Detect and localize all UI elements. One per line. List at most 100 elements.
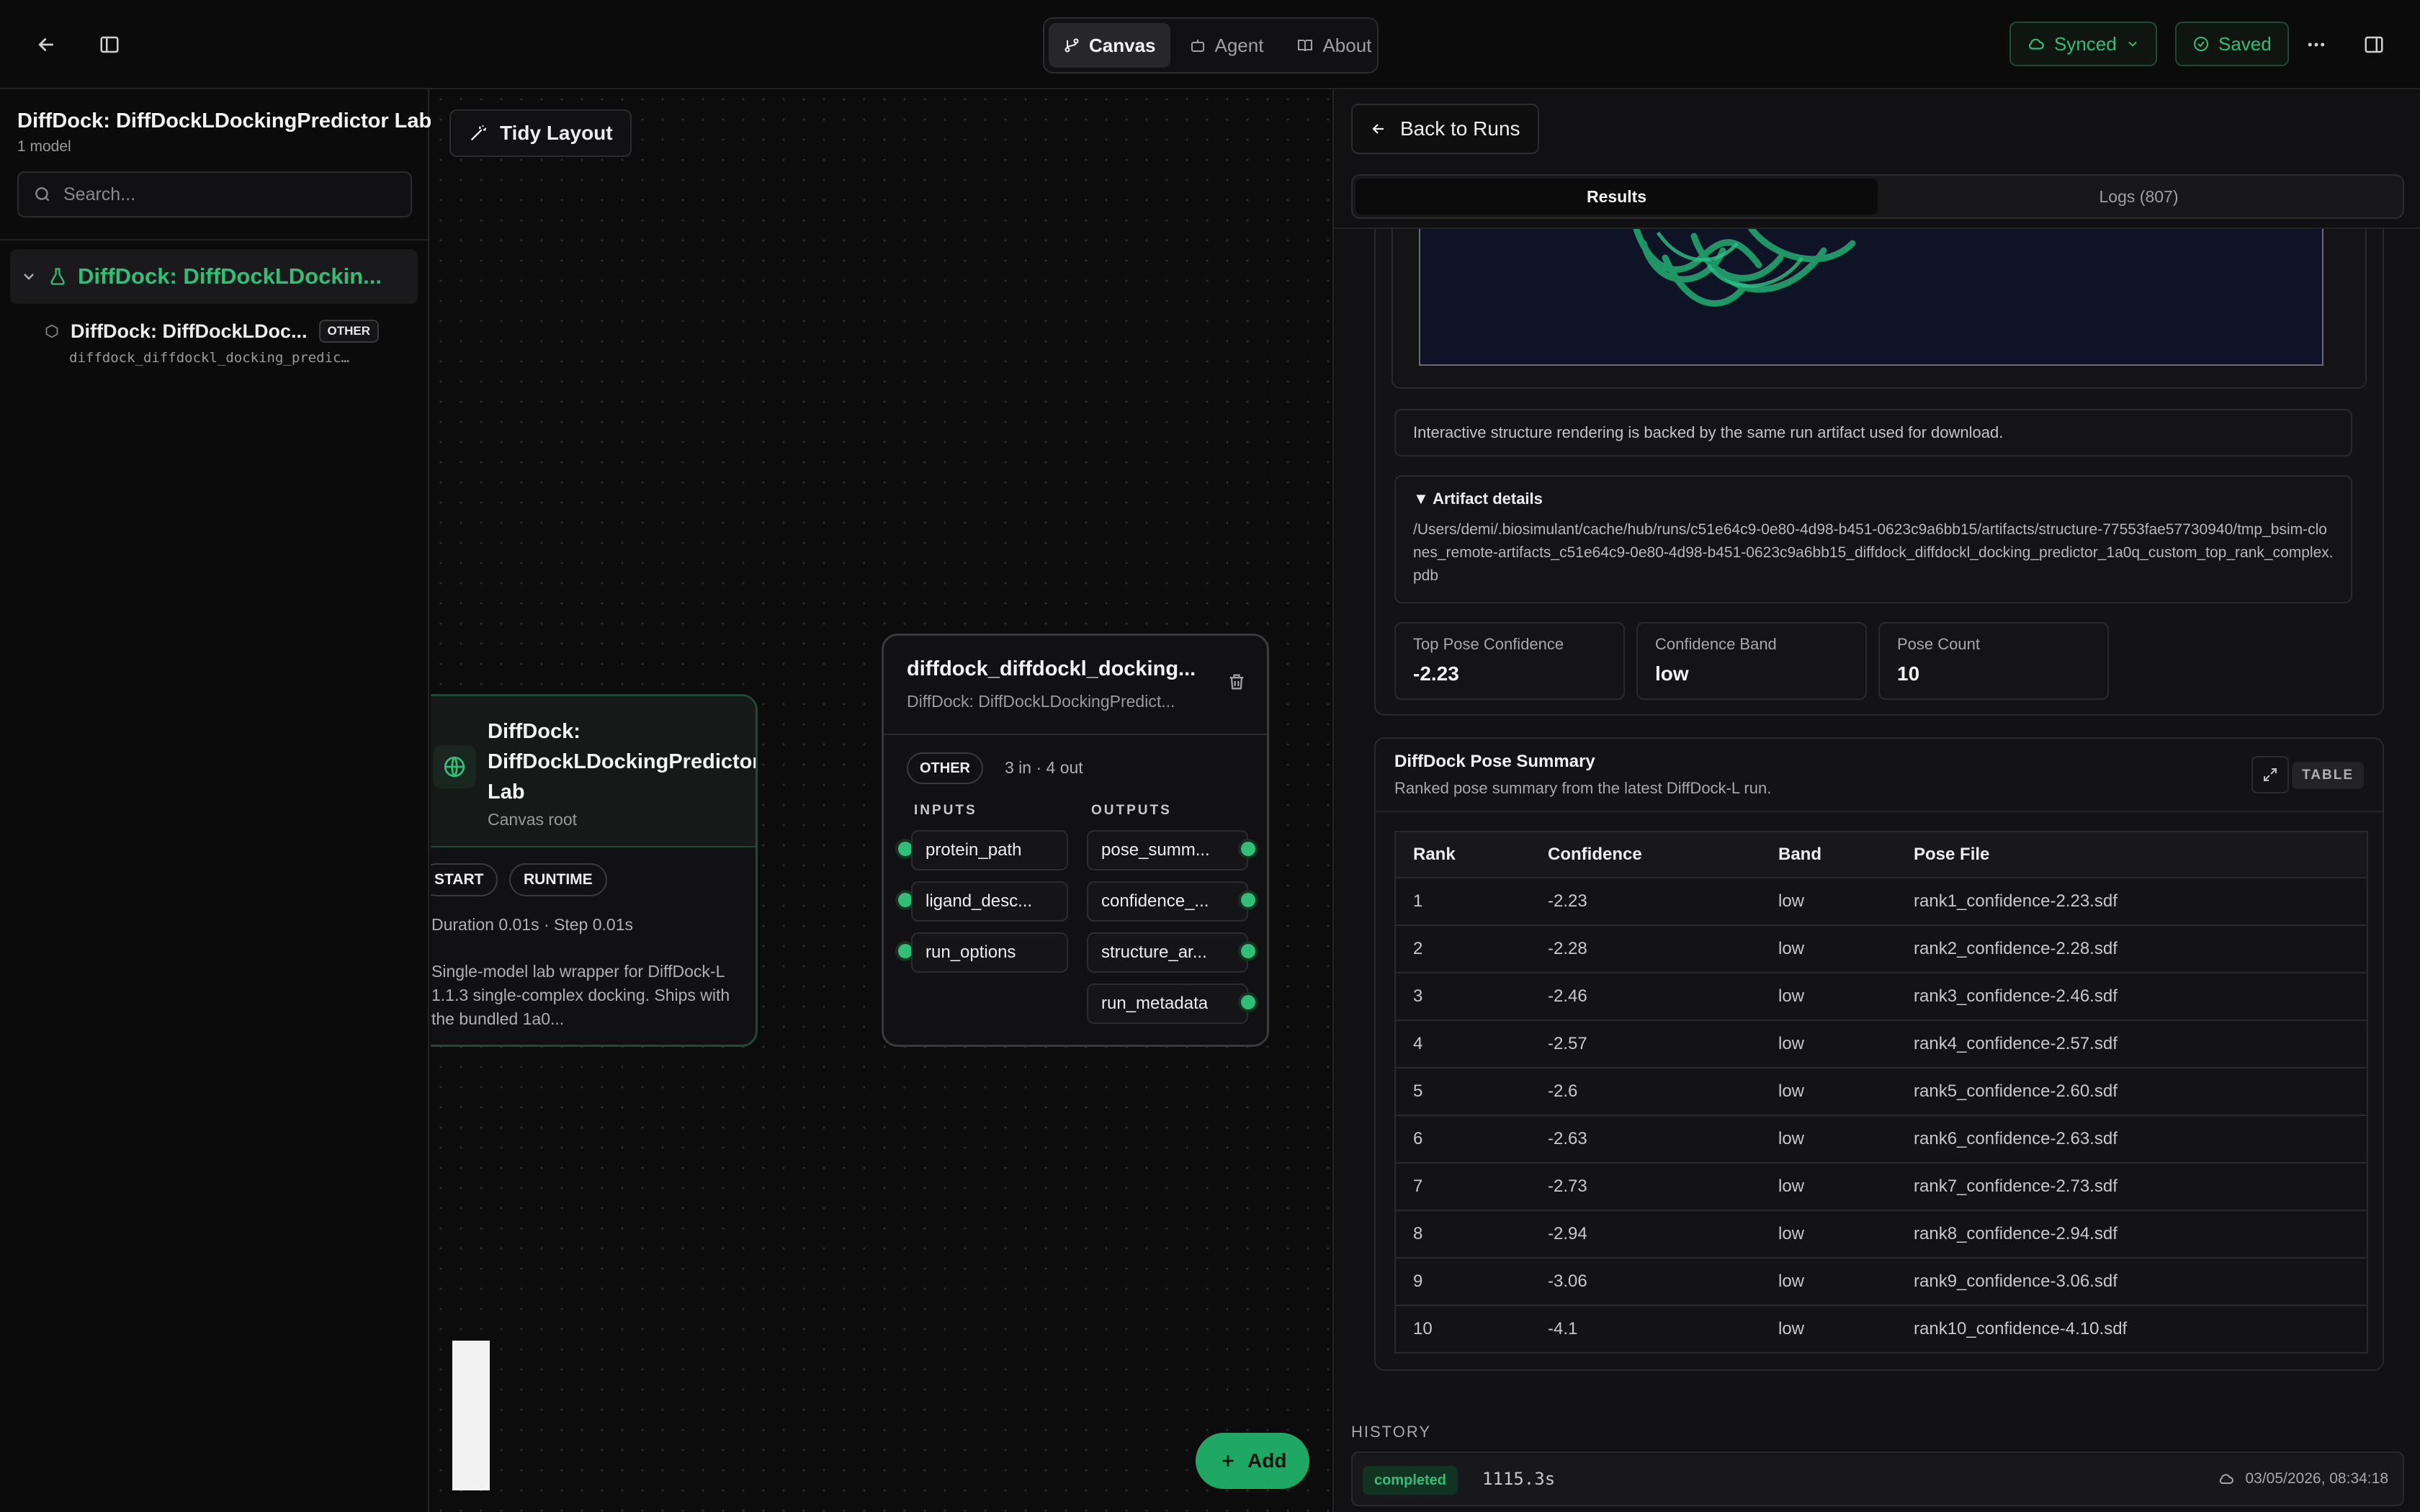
back-arrow-icon[interactable] xyxy=(29,27,63,62)
trash-icon[interactable] xyxy=(1227,672,1247,697)
cell-pose-file: rank10_confidence-4.10.sdf xyxy=(1896,1305,2367,1354)
cell-rank: 9 xyxy=(1395,1258,1531,1306)
top-bar: Canvas Agent About Synced Saved xyxy=(0,0,2420,89)
output-port[interactable]: confidence_... xyxy=(1087,881,1248,922)
app-root: Canvas Agent About Synced Saved DiffDock… xyxy=(0,0,2420,1512)
root-node[interactable]: DiffDock: DiffDockLDockingPredictor Lab … xyxy=(431,694,758,1047)
cell-pose-file: rank9_confidence-3.06.sdf xyxy=(1896,1258,2367,1306)
input-port-handle[interactable] xyxy=(898,944,913,958)
stat-card: Pose Count 10 xyxy=(1878,622,2109,700)
sidebar-toggle-icon[interactable] xyxy=(92,27,127,62)
cloud-icon xyxy=(2220,1474,2234,1484)
tab-logs[interactable]: Logs (807) xyxy=(1878,179,2400,215)
output-port-handle[interactable] xyxy=(1241,842,1255,856)
results-tabs: Results Logs (807) xyxy=(1351,174,2404,219)
expand-icon[interactable] xyxy=(2251,756,2289,793)
panel-toggle-icon[interactable] xyxy=(2357,27,2391,62)
model-node-counts: 3 in · 4 out xyxy=(1005,758,1083,777)
tree-root-item[interactable]: DiffDock: DiffDockLDockin... xyxy=(10,249,418,304)
synced-label: Synced xyxy=(2054,32,2117,55)
stat-value: -2.23 xyxy=(1413,662,1459,685)
cell-band: low xyxy=(1761,1068,1896,1116)
cell-band: low xyxy=(1761,1163,1896,1211)
cell-pose-file: rank4_confidence-2.57.sdf xyxy=(1896,1020,2367,1068)
cell-rank: 5 xyxy=(1395,1068,1531,1116)
git-branch-icon xyxy=(1065,38,1079,53)
cell-rank: 4 xyxy=(1395,1020,1531,1068)
output-port-handle[interactable] xyxy=(1241,944,1255,958)
flask-icon xyxy=(50,268,65,285)
cloud-icon xyxy=(2029,38,2044,50)
structure-note: Interactive structure rendering is backe… xyxy=(1394,409,2352,456)
left-sidebar: DiffDock: DiffDockLDockingPredictor Lab … xyxy=(0,89,432,1512)
artifact-details[interactable]: ▼ Artifact details /Users/demi/.biosimul… xyxy=(1394,475,2352,603)
canvas-area[interactable]: Tidy Layout DiffDock: DiffDockLDockingPr… xyxy=(431,89,1331,1512)
cell-confidence: -2.6 xyxy=(1531,1068,1761,1116)
cell-pose-file: rank2_confidence-2.28.sdf xyxy=(1896,925,2367,973)
output-port[interactable]: structure_ar... xyxy=(1087,932,1248,973)
model-node-badge: OTHER xyxy=(907,752,983,784)
tree-child-item[interactable]: DiffDock: DiffDockLDoc... OTHER diffdock… xyxy=(45,320,412,366)
lab-title: DiffDock: DiffDockLDockingPredictor Lab xyxy=(17,109,432,132)
output-port[interactable]: run_metadata xyxy=(1087,984,1248,1024)
stat-label: Confidence Band xyxy=(1655,635,1777,653)
tab-results[interactable]: Results xyxy=(1355,179,1878,215)
stat-value: low xyxy=(1655,662,1689,685)
tab-agent[interactable]: Agent xyxy=(1175,23,1278,68)
input-port[interactable]: ligand_desc... xyxy=(911,881,1068,922)
chevron-down-icon[interactable] xyxy=(20,268,37,285)
pose-card-divider xyxy=(1376,811,2383,812)
artifact-details-heading[interactable]: ▼ Artifact details xyxy=(1413,490,2334,508)
cell-pose-file: rank3_confidence-2.46.sdf xyxy=(1896,973,2367,1021)
input-port-handle[interactable] xyxy=(898,842,913,856)
search-input[interactable]: Search... xyxy=(17,171,412,217)
chevron-down-icon xyxy=(2128,41,2137,47)
search-placeholder: Search... xyxy=(63,184,136,204)
back-to-runs-button[interactable]: Back to Runs xyxy=(1351,104,1539,154)
model-node[interactable]: diffdock_diffdockl_docking... DiffDock: … xyxy=(882,634,1269,1047)
input-port[interactable]: protein_path xyxy=(911,830,1068,870)
tree-root-label: DiffDock: DiffDockLDockin... xyxy=(78,264,382,289)
cell-band: low xyxy=(1761,878,1896,926)
view-switcher: Canvas Agent About xyxy=(1043,17,1379,73)
tree-child-id: diffdock_diffdockl_docking_predic… xyxy=(69,350,349,366)
more-options-icon[interactable] xyxy=(2299,27,2334,62)
stat-card: Top Pose Confidence -2.23 xyxy=(1394,622,1625,700)
output-port-handle[interactable] xyxy=(1241,995,1255,1009)
cell-band: low xyxy=(1761,1305,1896,1354)
search-icon xyxy=(35,187,50,202)
table-row: 7 -2.73 low rank7_confidence-2.73.sdf xyxy=(1395,1163,2367,1211)
synced-button[interactable]: Synced xyxy=(2009,22,2157,66)
sidebar-divider xyxy=(0,239,428,240)
pose-table: Rank Confidence Band Pose File 1 -2.23 low… xyxy=(1394,831,2368,1354)
cell-rank: 6 xyxy=(1395,1115,1531,1164)
column-header: Band xyxy=(1761,832,1896,878)
column-header: Rank xyxy=(1395,832,1531,878)
stat-value: 10 xyxy=(1897,662,1920,685)
cell-confidence: -3.06 xyxy=(1531,1258,1761,1306)
cell-confidence: -2.46 xyxy=(1531,973,1761,1021)
table-row: 2 -2.28 low rank2_confidence-2.28.sdf xyxy=(1395,925,2367,973)
input-port-handle[interactable] xyxy=(898,893,913,907)
tab-about[interactable]: About xyxy=(1282,23,1386,68)
runtime-chip: RUNTIME xyxy=(509,863,607,896)
cell-rank: 10 xyxy=(1395,1305,1531,1354)
table-row: 6 -2.63 low rank6_confidence-2.63.sdf xyxy=(1395,1115,2367,1164)
input-port[interactable]: run_options xyxy=(911,932,1068,973)
protein-structure-image xyxy=(1633,229,1856,307)
model-node-divider xyxy=(884,734,1267,735)
output-port-handle[interactable] xyxy=(1241,893,1255,907)
add-button[interactable]: Add xyxy=(1196,1433,1310,1489)
cell-band: low xyxy=(1761,1020,1896,1068)
output-port[interactable]: pose_summ... xyxy=(1087,830,1248,870)
cell-rank: 2 xyxy=(1395,925,1531,973)
structure-viewer[interactable] xyxy=(1419,229,2323,366)
cell-pose-file: rank7_confidence-2.73.sdf xyxy=(1896,1163,2367,1211)
start-chip: START xyxy=(431,863,498,896)
cell-confidence: -4.1 xyxy=(1531,1305,1761,1354)
tree-child-badge: OTHER xyxy=(318,320,380,343)
tidy-layout-button[interactable]: Tidy Layout xyxy=(449,109,632,157)
history-row[interactable]: completed 1115.3s 03/05/2026, 08:34:18 xyxy=(1351,1452,2404,1506)
tab-canvas[interactable]: Canvas xyxy=(1049,23,1170,68)
canvas-scrollbar[interactable] xyxy=(452,1341,490,1490)
